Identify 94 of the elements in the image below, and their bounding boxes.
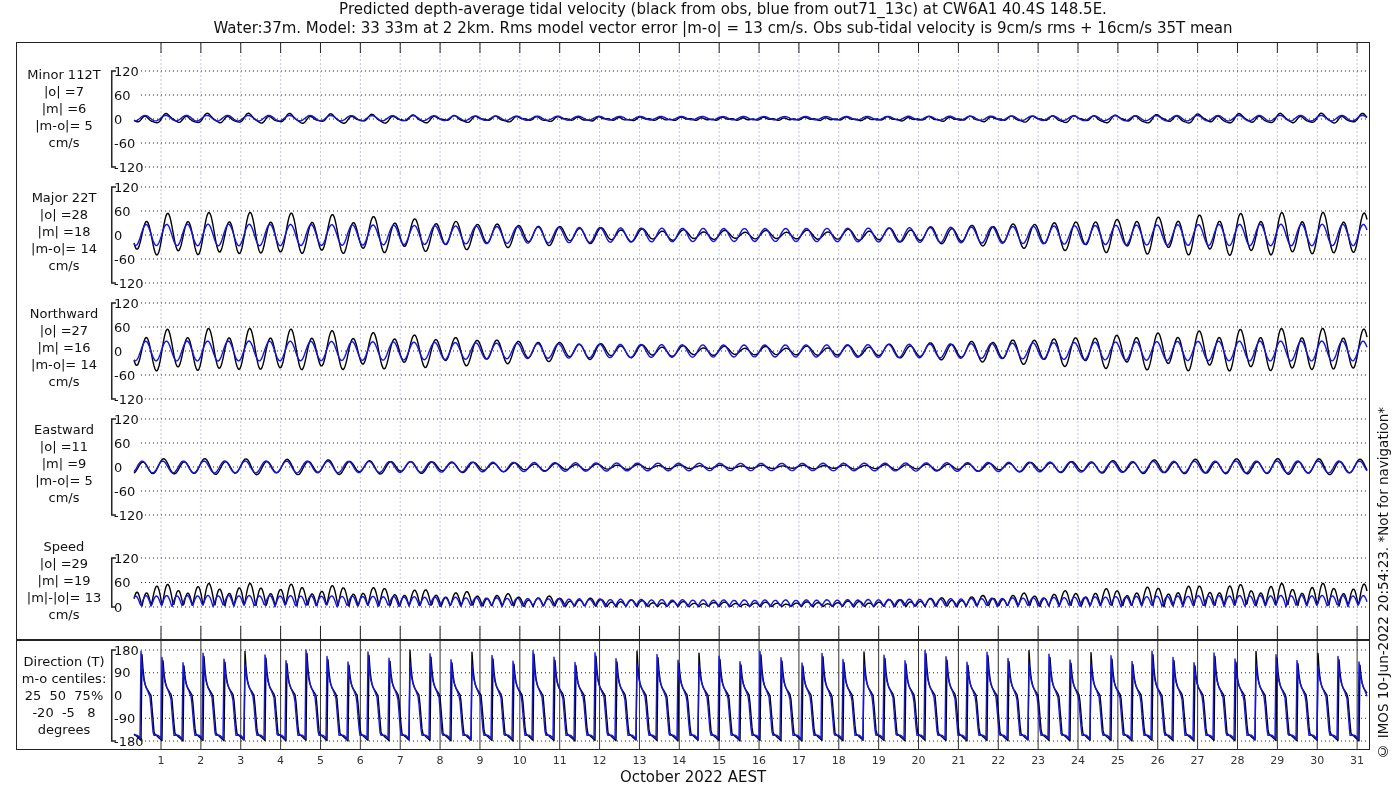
x-tick-label: 13 <box>632 754 647 767</box>
panel-stat: |m-o|= 5 <box>35 471 93 489</box>
panel-title: Eastward <box>34 420 94 438</box>
y-tick-label: 0 <box>114 599 123 615</box>
x-tick-label: 28 <box>1230 754 1245 767</box>
panel-stat: |o| =7 <box>44 82 84 100</box>
x-tick-label: 17 <box>791 754 806 767</box>
x-tick-label: 24 <box>1071 754 1085 767</box>
x-tick-label: 1 <box>157 754 165 767</box>
x-tick-label: 2 <box>197 754 205 767</box>
panel-stat: cm/s <box>48 488 80 506</box>
x-tick-label: 25 <box>1110 754 1125 767</box>
x-tick-label: 3 <box>237 754 245 767</box>
y-tick-label: -90 <box>114 710 136 726</box>
x-tick-label: 18 <box>831 754 846 767</box>
y-tick-label: 0 <box>114 227 123 243</box>
panel-stat: |m| =16 <box>37 338 91 356</box>
y-tick-label: 90 <box>114 665 131 681</box>
panel-stat: |m-o|= 5 <box>35 116 93 134</box>
y-tick-label: -60 <box>114 251 136 267</box>
y-tick-label: -120 <box>114 391 144 405</box>
chart-title: Predicted depth-average tidal velocity (black from obs, blue from out71_13c) at CW6A1 40.4S 148.5E. <box>339 0 1107 19</box>
y-tick-label: 120 <box>114 295 139 311</box>
panel-title: Speed <box>43 537 85 555</box>
y-tick-label: 60 <box>114 575 131 590</box>
panel-stat: degrees <box>37 720 91 738</box>
x-axis-label: October 2022 AEST <box>619 769 767 786</box>
x-tick-label: 14 <box>672 754 687 767</box>
panel-stat: |m| =18 <box>37 222 91 240</box>
x-tick-label: 21 <box>951 754 966 767</box>
x-tick-label: 4 <box>277 754 285 767</box>
panel-stat: |m|-|o|= 13 <box>26 588 102 606</box>
y-tick-label: 0 <box>114 688 123 703</box>
x-tick-label: 9 <box>476 754 484 767</box>
panel-stat: |o| =28 <box>39 205 89 223</box>
x-tick-label: 8 <box>436 754 444 767</box>
y-tick-label: 60 <box>114 87 131 103</box>
panel-stat: 25 50 75% <box>24 686 104 704</box>
chart-title: Water:37m. Model: 33 33m at 2 2km. Rms model vector error |m-o| = 13 cm/s. Obs sub-tidal velocity is 9cm/s rms + 16cm/s 35T mean <box>213 18 1233 37</box>
x-tick-label: 23 <box>1031 754 1046 767</box>
y-tick-label: 120 <box>114 179 139 195</box>
panel-stat: |o| =29 <box>39 554 89 572</box>
y-tick-label: -120 <box>114 275 144 289</box>
y-tick-label: -60 <box>114 483 136 499</box>
x-tick-label: 10 <box>512 754 527 767</box>
x-tick-label: 11 <box>552 754 567 767</box>
y-tick-label: -180 <box>114 733 144 749</box>
y-tick-label: 60 <box>114 319 131 335</box>
x-tick-label: 26 <box>1150 754 1165 767</box>
panel-title: Minor 112T <box>27 65 101 83</box>
x-tick-label: 20 <box>911 754 926 767</box>
x-tick-label: 7 <box>396 754 404 767</box>
panel-stat: |m| =19 <box>37 571 91 589</box>
x-tick-label: 15 <box>712 754 727 767</box>
x-tick-label: 30 <box>1310 754 1325 767</box>
panel-title: Major 22T <box>31 188 97 206</box>
y-tick-label: 180 <box>114 642 139 658</box>
panel-stat: m-o centiles: <box>21 669 107 687</box>
x-tick-label: 27 <box>1190 754 1205 767</box>
y-tick-label: 0 <box>114 343 123 359</box>
y-tick-label: 60 <box>114 203 131 219</box>
y-tick-label: -60 <box>114 135 136 151</box>
panel-stat: cm/s <box>48 133 80 151</box>
panel-stat: |m| =9 <box>41 454 87 472</box>
x-tick-label: 6 <box>356 754 364 767</box>
y-tick-label: 0 <box>114 111 123 127</box>
y-tick-label: 120 <box>114 550 139 566</box>
panel-stat: |m-o|= 14 <box>31 355 97 373</box>
panel-stat: cm/s <box>48 605 80 623</box>
y-tick-label: -120 <box>114 159 144 173</box>
panel-stat: -20 -5 8 <box>32 703 96 721</box>
panel-stat: |m-o|= 14 <box>31 239 97 257</box>
y-axis-line <box>111 557 117 608</box>
x-tick-label: 12 <box>592 754 607 767</box>
y-tick-label: -60 <box>114 367 136 383</box>
panel-stat: |o| =11 <box>39 437 89 455</box>
panel-stat: cm/s <box>48 372 80 390</box>
x-tick-label: 16 <box>752 754 767 767</box>
y-tick-label: -120 <box>114 507 144 521</box>
copyright-note: © IMOS 10-Jun-2022 20:54:23. *Not for navigation* <box>1375 407 1391 759</box>
x-tick-label: 29 <box>1270 754 1285 767</box>
y-tick-label: 60 <box>114 435 131 451</box>
x-tick-label: 22 <box>991 754 1006 767</box>
panel-stat: |m| =6 <box>41 99 87 117</box>
panel-stat: |o| =27 <box>39 321 89 339</box>
x-tick-label: 5 <box>317 754 324 767</box>
x-tick-label: 31 <box>1350 754 1365 767</box>
panel-title: Northward <box>29 304 99 322</box>
y-tick-label: 120 <box>114 63 139 79</box>
y-tick-label: 0 <box>114 459 123 475</box>
panel-stat: cm/s <box>48 256 80 274</box>
panel-title: Direction (T) <box>23 652 105 670</box>
x-tick-label: 19 <box>871 754 886 767</box>
y-tick-label: 120 <box>114 411 139 427</box>
